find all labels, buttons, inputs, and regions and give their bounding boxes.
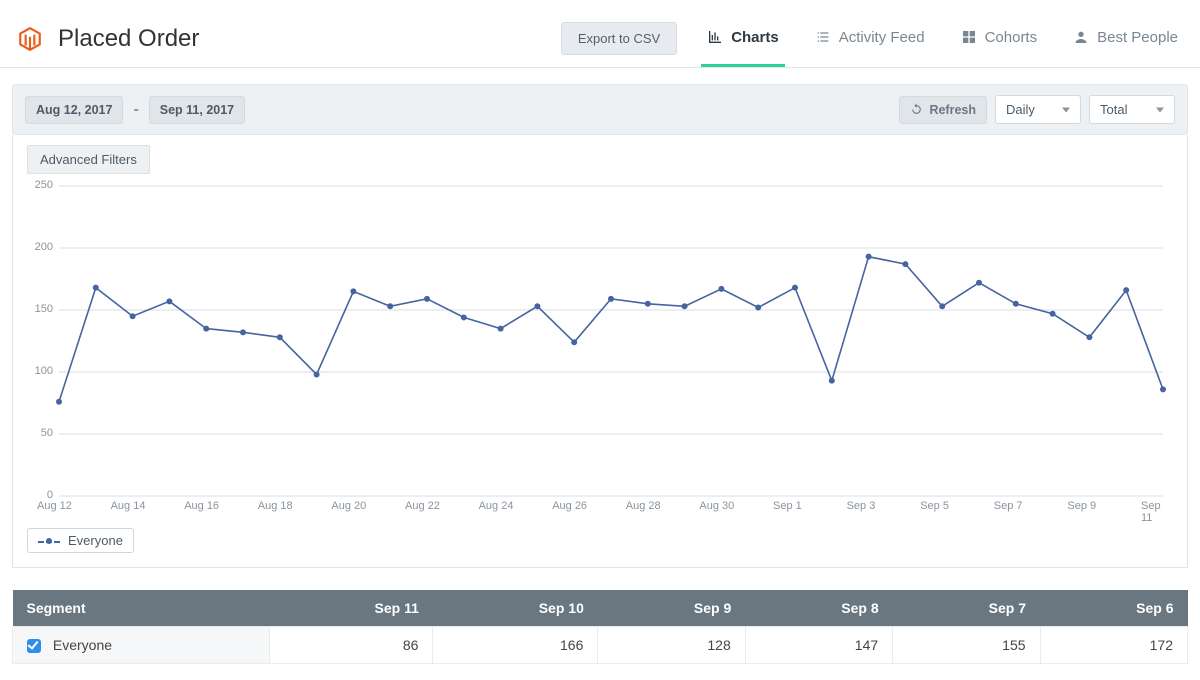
tab-label: Activity Feed (839, 29, 925, 46)
chart-card: Advanced Filters 050100150200250Aug 12Au… (12, 135, 1188, 568)
tab-label: Best People (1097, 29, 1178, 46)
date-end-button[interactable]: Sep 11, 2017 (149, 96, 245, 124)
refresh-label: Refresh (929, 103, 976, 117)
date-start-button[interactable]: Aug 12, 2017 (25, 96, 123, 124)
segment-value: 86 (270, 627, 433, 664)
segment-value: 128 (598, 627, 745, 664)
tab-label: Cohorts (985, 29, 1038, 46)
magento-logo-icon (16, 25, 44, 53)
aggregate-select[interactable]: Total (1089, 95, 1175, 124)
page-title: Placed Order (58, 25, 199, 53)
col-date[interactable]: Sep 7 (893, 590, 1040, 627)
segment-value: 155 (893, 627, 1040, 664)
controls-bar: Aug 12, 2017 - Sep 11, 2017 Refresh Dail… (12, 84, 1188, 135)
tab-activity-feed[interactable]: Activity Feed (809, 10, 931, 67)
granularity-select[interactable]: Daily (995, 95, 1081, 124)
refresh-button[interactable]: Refresh (899, 96, 987, 124)
tab-charts[interactable]: Charts (701, 10, 785, 67)
segment-value: 172 (1040, 627, 1187, 664)
people-icon (1073, 29, 1089, 45)
segment-name-cell: Everyone (13, 627, 270, 664)
segment-checkbox[interactable] (27, 639, 41, 653)
col-segment[interactable]: Segment (13, 590, 270, 627)
table-row: Everyone 86 166 128 147 155 172 (13, 627, 1188, 664)
title-wrap: Placed Order (16, 25, 199, 53)
col-date[interactable]: Sep 6 (1040, 590, 1187, 627)
tab-cohorts[interactable]: Cohorts (955, 10, 1044, 67)
chart-plot[interactable]: 050100150200250Aug 12Aug 14Aug 16Aug 18A… (27, 180, 1173, 520)
advanced-filters-button[interactable]: Advanced Filters (27, 145, 150, 174)
col-date[interactable]: Sep 11 (270, 590, 433, 627)
segment-table: Segment Sep 11 Sep 10 Sep 9 Sep 8 Sep 7 … (12, 590, 1188, 664)
date-separator: - (131, 101, 140, 119)
tab-label: Charts (731, 29, 779, 46)
legend-label: Everyone (68, 533, 123, 548)
segment-value: 147 (745, 627, 892, 664)
segment-table-head: Segment Sep 11 Sep 10 Sep 9 Sep 8 Sep 7 … (13, 590, 1188, 627)
list-icon (815, 29, 831, 45)
col-date[interactable]: Sep 10 (433, 590, 598, 627)
segment-value: 166 (433, 627, 598, 664)
bar-chart-icon (707, 29, 723, 45)
segment-name: Everyone (53, 637, 112, 653)
refresh-icon (910, 103, 923, 116)
export-csv-button[interactable]: Export to CSV (561, 22, 677, 55)
tab-best-people[interactable]: Best People (1067, 10, 1184, 67)
header-tabs: Export to CSV Charts Activity Feed Cohor… (561, 10, 1184, 67)
grid-icon (961, 29, 977, 45)
col-date[interactable]: Sep 9 (598, 590, 745, 627)
header: Placed Order Export to CSV Charts Activi… (0, 0, 1200, 68)
col-date[interactable]: Sep 8 (745, 590, 892, 627)
legend-item-everyone[interactable]: Everyone (27, 528, 134, 553)
